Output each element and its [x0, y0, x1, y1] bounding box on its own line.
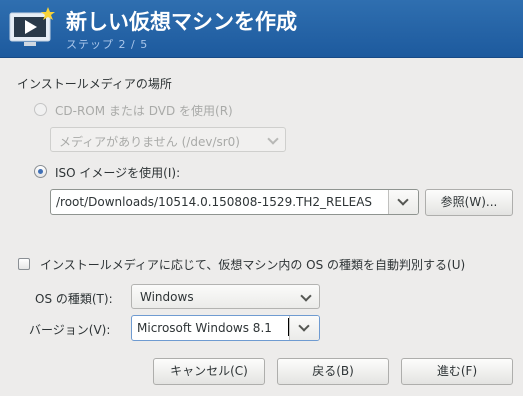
chevron-down-icon — [298, 320, 310, 332]
cdrom-radio-label: CD-ROM または DVD を使用(R) — [55, 104, 233, 118]
cancel-button[interactable]: キャンセル(C) — [153, 358, 265, 385]
version-label: バージョン(V): — [29, 323, 111, 337]
iso-radio[interactable] — [34, 165, 47, 178]
cdrom-device-combo[interactable]: メディアがありません (/dev/sr0) — [50, 127, 286, 152]
install-media-section-label: インストールメディアの場所 — [17, 77, 172, 91]
auto-detect-os-checkbox[interactable] — [18, 258, 30, 270]
forward-button[interactable]: 進む(F) — [401, 358, 513, 385]
cdrom-radio[interactable] — [34, 103, 47, 116]
monitor-play-icon — [9, 7, 55, 46]
os-type-value: Windows — [140, 290, 194, 304]
version-combo[interactable]: Microsoft Windows 8.1 — [131, 315, 320, 341]
back-button[interactable]: 戻る(B) — [277, 358, 389, 385]
os-type-label: OS の種類(T): — [35, 292, 113, 306]
wizard-title: 新しい仮想マシンを作成 — [66, 10, 297, 34]
chevron-down-icon — [300, 290, 312, 302]
iso-path-input[interactable]: /root/Downloads/10514.0.150808-1529.TH2_… — [56, 195, 372, 209]
chevron-down-icon — [267, 133, 279, 145]
iso-radio-label: ISO イメージを使用(I): — [55, 166, 181, 180]
cdrom-device-value: メディアがありません (/dev/sr0) — [59, 135, 240, 149]
text-cursor — [288, 318, 289, 336]
version-input[interactable]: Microsoft Windows 8.1 — [137, 321, 272, 335]
iso-path-dropdown-button[interactable] — [388, 190, 418, 214]
wizard-header: 新しい仮想マシンを作成 ステップ 2 / 5 — [0, 0, 523, 58]
browse-button[interactable]: 参照(W)... — [425, 189, 513, 216]
os-type-combo[interactable]: Windows — [131, 284, 320, 309]
wizard-step-indicator: ステップ 2 / 5 — [66, 38, 149, 51]
version-dropdown-button[interactable] — [289, 316, 319, 340]
iso-path-combo[interactable]: /root/Downloads/10514.0.150808-1529.TH2_… — [50, 189, 419, 215]
chevron-down-icon — [397, 194, 409, 206]
auto-detect-os-label: インストールメディアに応じて、仮想マシン内の OS の種類を自動判別する(U) — [40, 258, 466, 272]
